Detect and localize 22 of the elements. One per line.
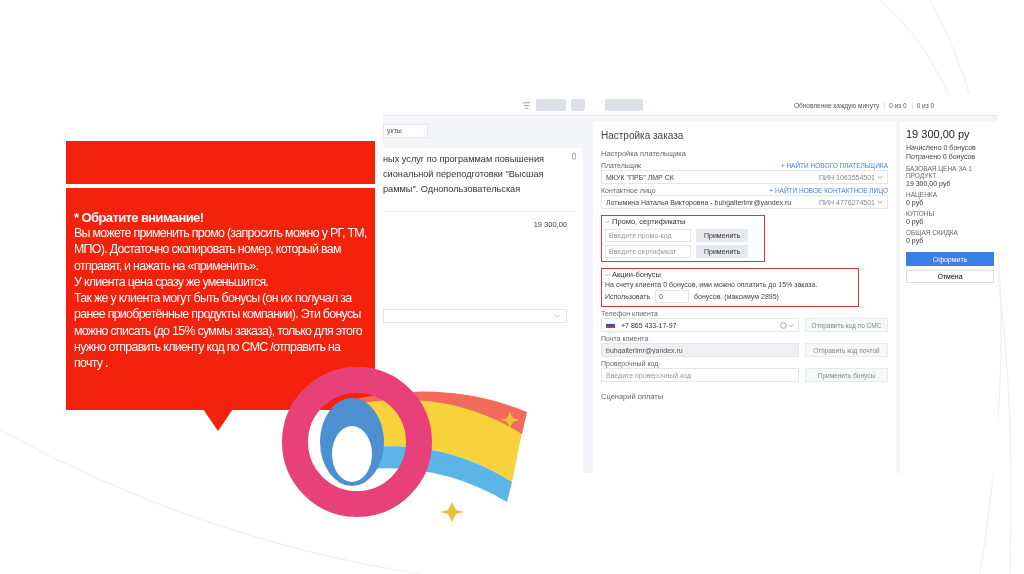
panel-title: Настройка заказа xyxy=(601,130,685,141)
clock-chevron-icon[interactable] xyxy=(779,321,794,329)
dropdown[interactable] xyxy=(383,309,567,323)
toolbar-button[interactable] xyxy=(536,99,566,111)
toolbar-button[interactable] xyxy=(571,99,585,111)
chevron-icon xyxy=(605,272,610,277)
chevron-icon xyxy=(877,175,883,179)
callout-text: У клиента цена сразу же уменьшится. xyxy=(74,273,270,291)
trash-icon[interactable] xyxy=(571,152,577,160)
chevron-icon xyxy=(605,219,610,224)
callout-text: Вы можете применить промо (запросить можно у РГ, ТМ, МПО). Достаточно скопировать номер, который вам отправят, и нажать на «применить». xyxy=(74,225,367,274)
product-title: ных услуг по программам повышения xyxy=(383,153,544,166)
chevron-icon xyxy=(877,200,883,204)
filter-icon[interactable] xyxy=(522,100,531,110)
callout-heading: * Обратите внимание! xyxy=(74,210,205,225)
product-title: сиональной переподготовки "Высшая xyxy=(383,168,544,181)
flag-icon xyxy=(606,322,615,328)
total-price: 19 300,00 ру xyxy=(906,128,971,140)
chevron-icon xyxy=(554,314,560,318)
toolbar-button[interactable] xyxy=(605,99,643,111)
product-title: раммы". Однопользовательская xyxy=(383,183,522,196)
callout-text: Так же у клиента могут быть бонусы (он их получал за ранее приобретённые продукты компании). Эти бонусы можно списать (до 15% суммы заказа), только для этого нужно отправить клиенту код по СМС /отправить на почту . xyxy=(74,290,363,372)
